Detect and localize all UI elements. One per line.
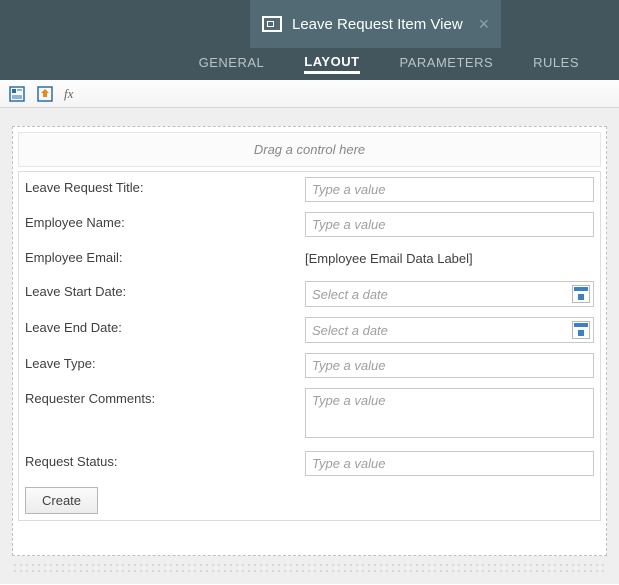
input-request-status[interactable] (305, 451, 594, 476)
tab-layout[interactable]: LAYOUT (304, 54, 359, 74)
input-employee-name[interactable] (305, 212, 594, 237)
canvas-drop-area[interactable]: Drag a control here Leave Request Title:… (12, 126, 607, 556)
svg-text:fx: fx (64, 86, 74, 101)
label-employee-email: Employee Email: (25, 247, 305, 265)
input-leave-end-date[interactable]: Select a date (305, 317, 594, 343)
toolbar: fx (0, 80, 619, 108)
tab-rules[interactable]: RULES (533, 55, 579, 74)
create-button[interactable]: Create (25, 487, 98, 514)
label-request-status: Request Status: (25, 451, 305, 469)
row-employee-name: Employee Name: (19, 207, 600, 242)
page-title: Leave Request Item View (292, 16, 463, 33)
drop-hint: Drag a control here (18, 132, 601, 167)
input-requester-comments[interactable] (305, 388, 594, 438)
label-leave-type: Leave Type: (25, 353, 305, 371)
row-leave-type: Leave Type: (19, 348, 600, 383)
row-leave-start-date: Leave Start Date: Select a date (19, 276, 600, 312)
row-leave-end-date: Leave End Date: Select a date (19, 312, 600, 348)
close-icon[interactable]: × (479, 14, 490, 35)
row-employee-email: Employee Email: [Employee Email Data Lab… (19, 242, 600, 276)
value-employee-email: [Employee Email Data Label] (305, 247, 594, 270)
fx-tool-icon[interactable]: fx (64, 85, 82, 103)
label-requester-comments: Requester Comments: (25, 388, 305, 406)
label-leave-start-date: Leave Start Date: (25, 281, 305, 299)
form-grid: Leave Request Title: Employee Name: Empl… (18, 171, 601, 521)
row-request-status: Request Status: (19, 446, 600, 481)
tab-bar: GENERAL LAYOUT PARAMETERS RULES (0, 48, 619, 80)
title-tab: Leave Request Item View × (250, 0, 501, 48)
row-requester-comments: Requester Comments: (19, 383, 600, 446)
label-leave-request-title: Leave Request Title: (25, 177, 305, 195)
input-leave-request-title[interactable] (305, 177, 594, 202)
calendar-icon[interactable] (572, 285, 590, 303)
button-row: Create (19, 481, 600, 520)
placeholder-start-date: Select a date (312, 287, 566, 302)
design-canvas: Drag a control here Leave Request Title:… (0, 108, 619, 584)
placeholder-end-date: Select a date (312, 323, 566, 338)
tab-parameters[interactable]: PARAMETERS (400, 55, 494, 74)
canvas-footer-dots (12, 562, 607, 574)
layout-tool-icon[interactable] (8, 85, 26, 103)
tab-general[interactable]: GENERAL (199, 55, 265, 74)
title-bar: Leave Request Item View × (0, 0, 619, 48)
input-leave-start-date[interactable]: Select a date (305, 281, 594, 307)
calendar-icon[interactable] (572, 321, 590, 339)
view-icon (262, 16, 282, 32)
label-employee-name: Employee Name: (25, 212, 305, 230)
label-leave-end-date: Leave End Date: (25, 317, 305, 335)
input-leave-type[interactable] (305, 353, 594, 378)
row-leave-request-title: Leave Request Title: (19, 172, 600, 207)
import-tool-icon[interactable] (36, 85, 54, 103)
